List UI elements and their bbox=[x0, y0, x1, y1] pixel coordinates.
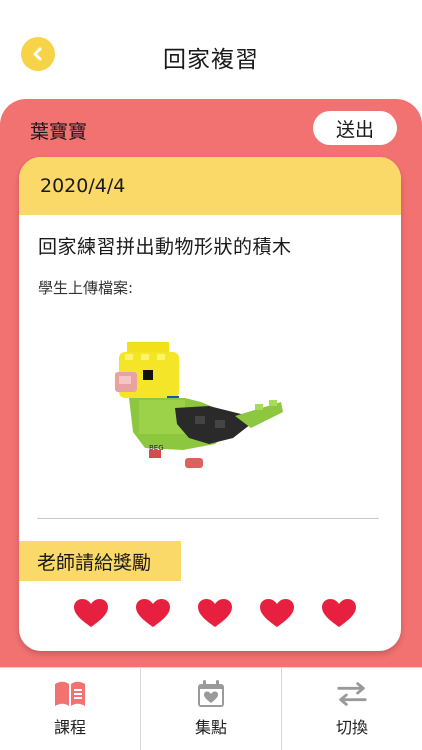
swap-arrows-icon bbox=[337, 682, 367, 706]
tab-courses[interactable]: 課程 bbox=[0, 668, 140, 750]
task-title: 回家練習拼出動物形狀的積木 bbox=[38, 236, 292, 258]
heart-icon-2[interactable] bbox=[134, 598, 172, 628]
heart-icon-1[interactable] bbox=[72, 598, 110, 628]
header: 回家複習 bbox=[0, 0, 422, 100]
image-label: BEG bbox=[149, 444, 164, 452]
student-name: 葉寶寶 bbox=[30, 121, 88, 143]
bottom-tab-bar: 課程 集點 切換 bbox=[0, 667, 422, 750]
tab-points[interactable]: 集點 bbox=[140, 668, 281, 750]
heart-icon-5[interactable] bbox=[320, 598, 358, 628]
uploaded-image-parrot[interactable]: BEG bbox=[105, 332, 285, 477]
tab-switch[interactable]: 切換 bbox=[281, 668, 422, 750]
page-title: 回家複習 bbox=[163, 47, 259, 73]
homework-date: 2020/4/4 bbox=[40, 175, 126, 197]
book-icon bbox=[55, 681, 85, 706]
tab-label-points: 集點 bbox=[194, 718, 227, 737]
send-button[interactable]: 送出 bbox=[313, 111, 397, 145]
tab-label-courses: 課程 bbox=[53, 718, 86, 737]
homework-card: 2020/4/4 回家練習拼出動物形狀的積木 學生上傳檔案: BEG 老師請給獎… bbox=[19, 157, 401, 651]
reward-hearts bbox=[72, 598, 358, 628]
calendar-heart-icon bbox=[198, 680, 224, 707]
reward-label: 老師請給獎勵 bbox=[19, 541, 181, 581]
heart-icon-4[interactable] bbox=[258, 598, 296, 628]
upload-label: 學生上傳檔案: bbox=[38, 279, 134, 297]
heart-icon-3[interactable] bbox=[196, 598, 234, 628]
divider bbox=[37, 518, 379, 519]
tab-label-switch: 切換 bbox=[335, 718, 368, 737]
